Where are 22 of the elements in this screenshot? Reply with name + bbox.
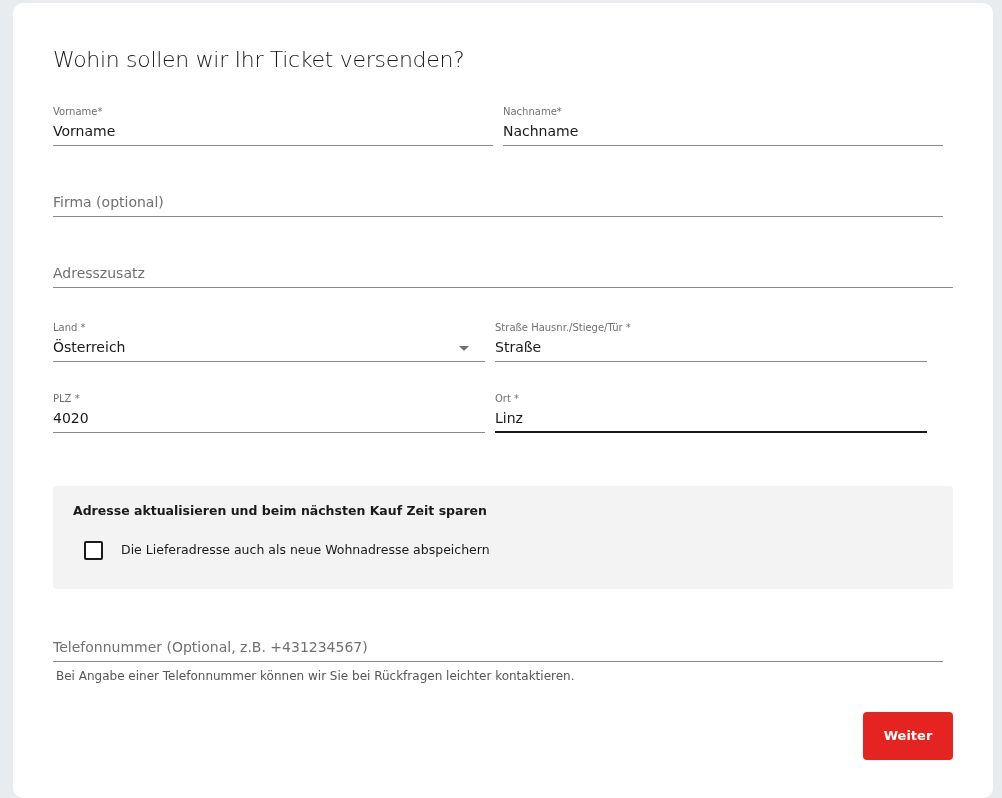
field-label: PLZ * bbox=[53, 392, 81, 405]
field-label: Nachname* bbox=[503, 105, 563, 118]
checkbox-label[interactable]: Die Lieferadresse auch als neue Wohnadresse abspeichern bbox=[121, 540, 490, 560]
field-label: Vorname* bbox=[53, 105, 104, 118]
caret-icon bbox=[459, 346, 469, 351]
field-label: Land * bbox=[53, 321, 87, 334]
field-label: Straße Hausnr./Stiege/Tür * bbox=[495, 321, 632, 334]
phone-hint: Bei Angabe einer Telefonnummer können wir Sie bei Rückfragen leichter kontaktieren. bbox=[56, 668, 576, 685]
text-field[interactable]: Telefonnummer (Optional, z.B. +431234567) bbox=[53, 637, 943, 662]
text-field[interactable]: Straße bbox=[495, 337, 927, 362]
field-label: Ort * bbox=[495, 392, 521, 405]
panel-heading: Adresse aktualisieren und beim nächsten Kauf Zeit sparen bbox=[73, 502, 488, 520]
form-title: Wohin sollen wir Ihr Ticket versenden? bbox=[53, 46, 466, 74]
text-field[interactable]: Nachname bbox=[503, 121, 943, 146]
text-field[interactable]: Vorname bbox=[53, 121, 493, 146]
checkbox[interactable] bbox=[84, 540, 103, 560]
country-select[interactable]: Österreich bbox=[53, 337, 485, 362]
text-field[interactable]: 4020 bbox=[53, 408, 485, 433]
text-field[interactable]: Adresszusatz bbox=[53, 263, 953, 288]
continue-button[interactable]: Weiter bbox=[863, 712, 953, 760]
text-field[interactable]: Firma (optional) bbox=[53, 192, 943, 217]
text-field[interactable]: Linz bbox=[495, 408, 927, 433]
